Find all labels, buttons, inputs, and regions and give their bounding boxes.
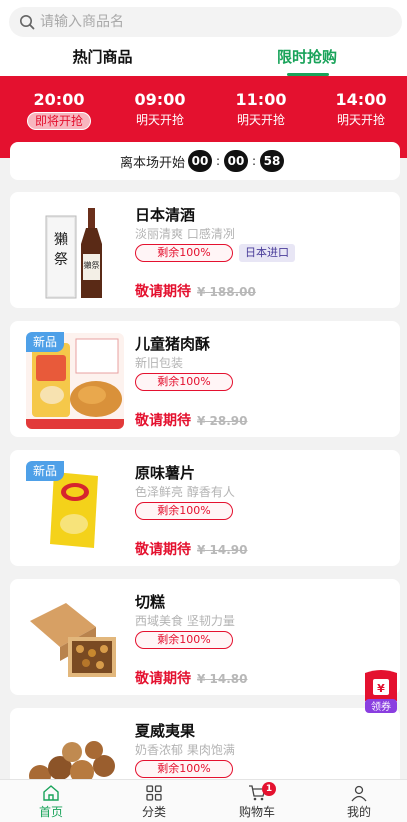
- countdown-separator: :: [251, 154, 257, 168]
- product-card[interactable]: 獺 祭 獺祭 日本清酒 淡丽清爽 口感清冽 剩余100% 日本进口 敬请期待 ¥…: [10, 192, 400, 308]
- original-price: ¥ 188.00: [197, 285, 256, 299]
- nav-label: 首页: [38, 805, 63, 819]
- countdown-separator: :: [215, 154, 221, 168]
- stock-badge: 剩余100%: [135, 631, 233, 649]
- product-card[interactable]: 新品 原味薯片 色泽鲜亮 醇香有人 剩余100% 敬请期待 ¥ 14.90: [10, 450, 400, 566]
- slot-status: 明天开抢: [336, 113, 385, 127]
- nav-label: 分类: [141, 805, 166, 819]
- coupon-symbol: ¥: [377, 682, 385, 695]
- slot-time: 09:00: [134, 90, 186, 109]
- countdown-hours: 00: [188, 150, 213, 172]
- product-name: 夏威夷果: [135, 722, 196, 740]
- nav-label: 我的: [346, 805, 371, 819]
- product-name: 日本清酒: [135, 206, 196, 224]
- countdown-bar: 离本场开始 00 : 00 : 58: [10, 142, 400, 180]
- slot-status: 明天开抢: [135, 113, 184, 127]
- original-price: ¥ 14.90: [197, 543, 248, 557]
- nav-category[interactable]: 分类: [124, 784, 184, 820]
- search-box[interactable]: [9, 7, 402, 37]
- slot-time: 20:00: [33, 90, 85, 109]
- product-card[interactable]: 夏威夷果 奶香浓郁 果肉饱满 剩余100%: [10, 708, 400, 790]
- product-desc: 奶香浓郁 果肉饱满: [135, 743, 235, 757]
- product-desc: 新旧包装: [135, 356, 184, 370]
- nav-label: 购物车: [238, 805, 275, 819]
- countdown-label: 离本场开始: [120, 155, 186, 171]
- original-price: ¥ 14.80: [197, 672, 248, 686]
- product-card[interactable]: 切糕 西域美食 坚韧力量 剩余100% 敬请期待 ¥ 14.80: [10, 579, 400, 695]
- product-desc: 色泽鲜亮 醇香有人: [135, 485, 235, 499]
- countdown-minutes: 00: [224, 150, 249, 172]
- product-image-sake: 獺 祭 獺祭: [26, 204, 124, 300]
- product-image-qiegao: [26, 591, 124, 687]
- product-desc: 西域美食 坚韧力量: [135, 614, 235, 628]
- slot-20-00[interactable]: 20:00 即将开抢: [9, 90, 109, 130]
- nav-home[interactable]: 首页: [21, 784, 81, 820]
- tab-hot-products[interactable]: 热门商品: [30, 42, 175, 76]
- product-name: 儿童猪肉酥: [135, 335, 211, 353]
- tab-flash-sale[interactable]: 限时抢购: [232, 42, 382, 76]
- coupon-button[interactable]: ¥ 领券: [361, 669, 401, 715]
- home-icon: [43, 785, 59, 801]
- slot-time: 14:00: [335, 90, 387, 109]
- new-badge: 新品: [26, 332, 64, 352]
- search-bar: [0, 0, 407, 42]
- stock-badge: 剩余100%: [135, 502, 233, 520]
- slot-11-00[interactable]: 11:00 明天开抢: [211, 90, 311, 128]
- coming-soon-label: 敬请期待: [135, 284, 191, 300]
- product-card[interactable]: 新品 儿童猪肉酥 新旧包装 剩余100% 敬请期待 ¥ 28.90: [10, 321, 400, 437]
- svg-text:獺: 獺: [54, 232, 68, 248]
- product-name: 切糕: [135, 593, 166, 611]
- svg-text:祭: 祭: [54, 252, 68, 268]
- search-input[interactable]: [40, 7, 380, 37]
- category-tabs: 热门商品 限时抢购: [0, 42, 407, 76]
- category-icon: [146, 785, 162, 801]
- slot-14-00[interactable]: 14:00 明天开抢: [311, 90, 407, 128]
- slot-09-00[interactable]: 09:00 明天开抢: [110, 90, 210, 128]
- coming-soon-label: 敬请期待: [135, 671, 191, 687]
- product-desc: 淡丽清爽 口感清冽: [135, 227, 235, 241]
- countdown-seconds: 58: [260, 150, 285, 172]
- cart-count-badge: 1: [262, 782, 276, 796]
- svg-text:獺祭: 獺祭: [84, 260, 100, 270]
- original-price: ¥ 28.90: [197, 414, 248, 428]
- slot-status-active: 即将开抢: [26, 112, 91, 130]
- new-badge: 新品: [26, 461, 64, 481]
- user-icon: [351, 785, 367, 802]
- stock-badge: 剩余100%: [135, 244, 233, 262]
- product-name: 原味薯片: [135, 464, 196, 482]
- nav-profile[interactable]: 我的: [329, 784, 389, 820]
- search-icon: [20, 15, 35, 30]
- slot-status: 明天开抢: [236, 113, 285, 127]
- tab-flash-sale-label: 限时抢购: [276, 48, 337, 66]
- slot-time: 11:00: [235, 90, 287, 109]
- coupon-label: 领券: [371, 700, 391, 713]
- stock-badge: 剩余100%: [135, 373, 233, 391]
- bottom-nav: 首页 分类 1 购物车 我的: [0, 779, 407, 822]
- coming-soon-label: 敬请期待: [135, 413, 191, 429]
- nav-cart[interactable]: 1 购物车: [227, 782, 287, 820]
- stock-badge: 剩余100%: [135, 760, 233, 778]
- coming-soon-label: 敬请期待: [135, 542, 191, 558]
- origin-tag: 日本进口: [239, 244, 295, 262]
